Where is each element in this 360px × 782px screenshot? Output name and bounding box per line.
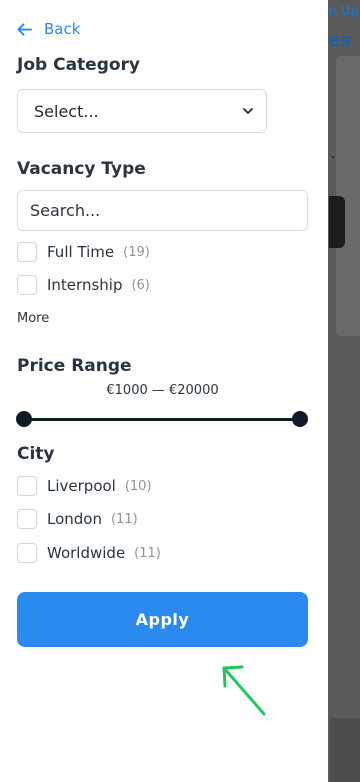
option-count: (11)	[134, 545, 161, 561]
checkbox[interactable]	[17, 476, 37, 496]
vacancy-type-title: Vacancy Type	[17, 159, 146, 179]
chevron-down-icon	[243, 108, 253, 114]
job-category-select[interactable]: Select...	[17, 89, 267, 133]
city-option-liverpool[interactable]: Liverpool (10)	[17, 475, 152, 497]
option-label: Full Time	[47, 243, 115, 261]
back-label: Back	[44, 20, 81, 38]
option-label: Liverpool	[47, 477, 116, 495]
vacancy-option-internship[interactable]: Internship (6)	[17, 274, 150, 296]
option-count: (19)	[123, 244, 150, 260]
city-title: City	[17, 444, 55, 464]
vacancy-option-full-time[interactable]: Full Time (19)	[17, 241, 150, 263]
back-link[interactable]: Back	[17, 18, 80, 40]
price-range-value: €1000 — €20000	[106, 383, 219, 398]
apply-button[interactable]: Apply	[17, 592, 308, 647]
background-signup-link: n Up	[328, 4, 360, 18]
recaptcha-badge	[330, 718, 360, 782]
option-count: (6)	[131, 277, 150, 293]
option-count: (10)	[124, 478, 152, 494]
option-label: Worldwide	[47, 544, 126, 562]
option-label: Internship	[47, 276, 123, 294]
price-range-title: Price Range	[17, 356, 132, 376]
checkbox[interactable]	[17, 543, 37, 563]
price-range-track[interactable]	[24, 418, 300, 421]
filter-drawer: Back Job Category Select... Vacancy Type…	[0, 0, 328, 782]
city-option-london[interactable]: London (11)	[17, 508, 138, 530]
arrow-left-icon	[17, 22, 32, 36]
checkbox[interactable]	[17, 509, 37, 529]
checkbox[interactable]	[17, 275, 37, 295]
option-count: (11)	[110, 511, 138, 527]
job-category-selected: Select...	[34, 101, 99, 121]
more-link[interactable]: More	[17, 311, 49, 326]
price-range-min-handle[interactable]	[16, 411, 32, 427]
checkbox[interactable]	[17, 242, 37, 262]
background-heading: es	[328, 30, 351, 51]
background-chevron-icon: ⌄	[329, 150, 338, 161]
city-option-worldwide[interactable]: Worldwide (11)	[17, 542, 161, 564]
price-range-max-handle[interactable]	[292, 411, 308, 427]
background-button	[329, 196, 345, 248]
option-label: London	[47, 510, 102, 528]
annotation-arrow-icon	[222, 665, 266, 716]
job-category-title: Job Category	[17, 55, 141, 75]
vacancy-search-input[interactable]	[17, 190, 308, 231]
